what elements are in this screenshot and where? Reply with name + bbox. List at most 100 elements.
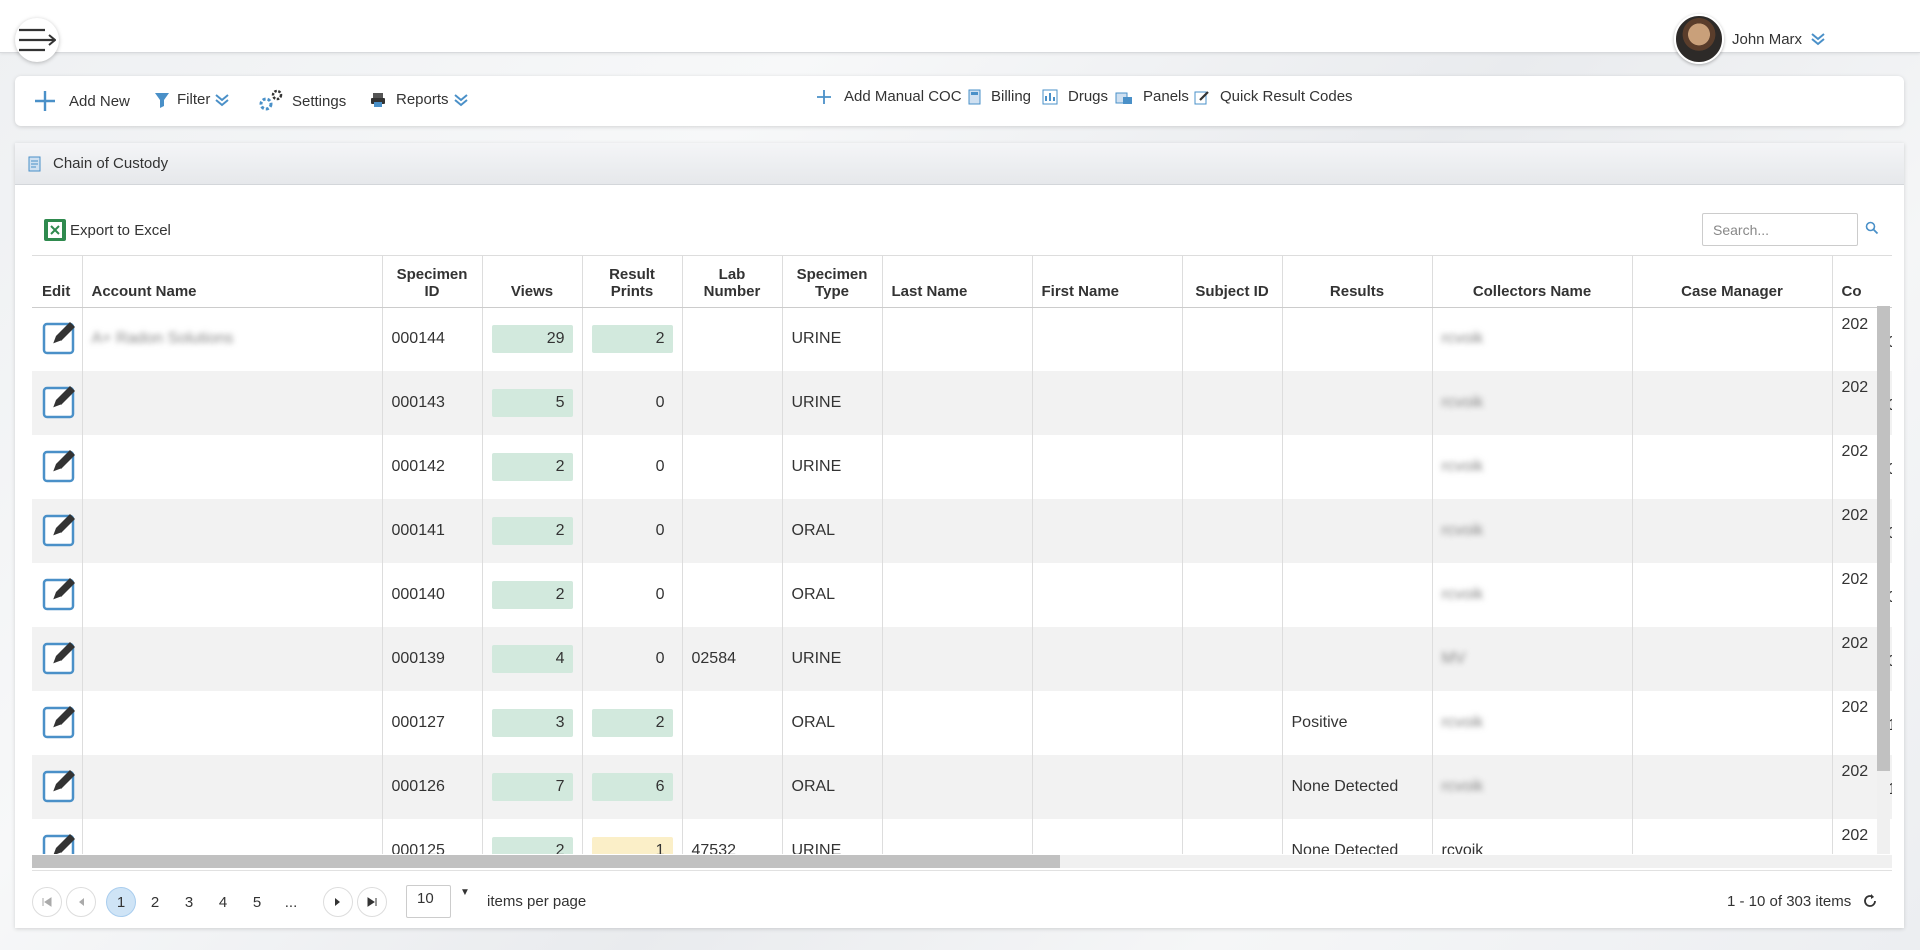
table-row[interactable]: 00014120ORALrcvoik2020 bbox=[32, 499, 1892, 563]
table-row[interactable]: A+ Radon Solutions 000144 29 2 URINE rcvoik 20… bbox=[32, 307, 1892, 371]
case-manager-cell bbox=[1632, 819, 1833, 854]
specimen-id-cell: 000127 bbox=[382, 691, 483, 755]
edit-icon[interactable] bbox=[42, 575, 78, 611]
views-value: 2 bbox=[491, 837, 573, 854]
add-new-button[interactable]: Add New bbox=[33, 89, 130, 113]
page-number-button[interactable]: 2 bbox=[140, 887, 170, 917]
last-name-cell bbox=[882, 819, 1033, 854]
col-header-first-name[interactable]: First Name bbox=[1032, 256, 1183, 308]
subject-id-cell bbox=[1182, 627, 1283, 691]
account-name-cell bbox=[82, 435, 383, 499]
table-row[interactable]: 0001394002584URINEMV2020 bbox=[32, 627, 1892, 691]
filter-button[interactable]: Filter bbox=[155, 91, 230, 108]
col-header-account-name[interactable]: Account Name bbox=[82, 256, 383, 308]
edit-icon[interactable] bbox=[42, 639, 78, 675]
edit-icon[interactable] bbox=[42, 447, 78, 483]
drugs-button[interactable]: Drugs bbox=[1042, 88, 1108, 105]
subject-id-cell bbox=[1182, 755, 1283, 819]
reports-button[interactable]: Reports bbox=[370, 91, 469, 108]
page-number-button[interactable]: 4 bbox=[208, 887, 238, 917]
specimen-type-cell: ORAL bbox=[782, 563, 883, 627]
col-header-collectors-name[interactable]: Collectors Name bbox=[1432, 256, 1633, 308]
search-input[interactable] bbox=[1702, 213, 1858, 246]
last-page-button[interactable] bbox=[357, 887, 387, 917]
edit-icon[interactable] bbox=[42, 703, 78, 739]
user-menu[interactable]: John Marx bbox=[1674, 14, 1826, 64]
subject-id-cell bbox=[1182, 307, 1283, 371]
col-header-result-prints[interactable]: Result Prints bbox=[582, 256, 683, 308]
col-header-views[interactable]: Views bbox=[482, 256, 583, 308]
edit-icon[interactable] bbox=[42, 767, 78, 803]
col-header-text: Result bbox=[609, 265, 655, 283]
horizontal-scrollbar[interactable] bbox=[32, 855, 1892, 868]
last-name-cell bbox=[882, 307, 1033, 371]
col-header-last-name[interactable]: Last Name bbox=[882, 256, 1033, 308]
horizontal-scroll-thumb[interactable] bbox=[32, 855, 1060, 868]
billing-button[interactable]: Billing bbox=[968, 88, 1031, 105]
first-page-button[interactable] bbox=[32, 887, 62, 917]
result-prints-cell: 0 bbox=[582, 435, 683, 499]
edit-cell[interactable] bbox=[32, 627, 83, 691]
prev-icon bbox=[79, 898, 84, 906]
views-cell: 4 bbox=[482, 627, 583, 691]
collector-name: rcvoik bbox=[1441, 330, 1484, 348]
prev-page-button[interactable] bbox=[66, 887, 96, 917]
col-header-co[interactable]: Co bbox=[1832, 256, 1892, 308]
edit-cell[interactable] bbox=[32, 435, 83, 499]
col-header-lab-number[interactable]: Lab Number bbox=[682, 256, 783, 308]
edit-cell[interactable] bbox=[32, 307, 83, 371]
page-number-button[interactable]: 1 bbox=[106, 887, 136, 917]
result-prints-value: 0 bbox=[655, 586, 665, 603]
panels-button[interactable]: Panels bbox=[1115, 88, 1189, 105]
collectors-name-cell: rcvoik bbox=[1432, 819, 1633, 854]
edit-icon[interactable] bbox=[42, 319, 78, 355]
export-to-excel-button[interactable]: Export to Excel bbox=[43, 218, 171, 242]
table-row[interactable]: 00014220URINErcvoik2020 bbox=[32, 435, 1892, 499]
items-per-page-select[interactable]: 10 bbox=[406, 885, 451, 918]
col-header-text: Prints bbox=[610, 282, 654, 300]
add-manual-coc-button[interactable]: Add Manual COC bbox=[816, 88, 962, 105]
edit-cell[interactable] bbox=[32, 755, 83, 819]
edit-cell[interactable] bbox=[32, 819, 83, 855]
chevron-down-icon bbox=[1811, 33, 1825, 46]
edit-cell[interactable] bbox=[32, 371, 83, 435]
col-header-results[interactable]: Results bbox=[1282, 256, 1433, 308]
edit-cell[interactable] bbox=[32, 563, 83, 627]
panel-title: Chain of Custody bbox=[53, 155, 169, 172]
table-row[interactable]: 00012732ORALPositivercvoik2021 bbox=[32, 691, 1892, 755]
edit-icon[interactable] bbox=[42, 511, 78, 547]
collectors-name-cell: rcvoik bbox=[1432, 691, 1633, 755]
col-header-subject-id[interactable]: Subject ID bbox=[1182, 256, 1283, 308]
chevron-down-icon bbox=[215, 93, 229, 106]
vertical-scroll-thumb[interactable] bbox=[1877, 306, 1890, 771]
edit-cell[interactable] bbox=[32, 499, 83, 563]
items-per-page-label: items per page bbox=[487, 893, 587, 910]
page-number-button[interactable]: 3 bbox=[174, 887, 204, 917]
col-header-edit[interactable]: Edit bbox=[32, 256, 83, 308]
vertical-scrollbar[interactable] bbox=[1877, 306, 1890, 854]
next-page-button[interactable] bbox=[323, 887, 353, 917]
edit-cell[interactable] bbox=[32, 691, 83, 755]
subject-id-cell bbox=[1182, 371, 1283, 435]
settings-button[interactable]: Settings bbox=[258, 89, 346, 113]
pager: 1 2 3 4 5... 10 ▼ items per page 1 - 10 of 3… bbox=[32, 870, 1892, 924]
page-more-button[interactable]: ... bbox=[276, 887, 306, 917]
table-row[interactable]: 000125 2 1 47532 URINE None Detected rcvoik 202 bbox=[32, 819, 1892, 854]
table-row[interactable]: 00014020ORALrcvoik2020 bbox=[32, 563, 1892, 627]
last-name-cell bbox=[882, 371, 1033, 435]
table-row[interactable]: 00014350URINErcvoik2020 bbox=[32, 371, 1892, 435]
edit-icon[interactable] bbox=[42, 831, 78, 855]
result-prints-value: 0 bbox=[655, 522, 665, 539]
edit-icon[interactable] bbox=[42, 383, 78, 419]
quick-result-codes-button[interactable]: Quick Result Codes bbox=[1194, 88, 1353, 105]
col-header-case-manager[interactable]: Case Manager bbox=[1632, 256, 1833, 308]
search-icon[interactable] bbox=[1865, 221, 1879, 235]
table-row[interactable]: 00012676ORALNone Detectedrcvoik2021 bbox=[32, 755, 1892, 819]
caret-down-icon[interactable]: ▼ bbox=[460, 887, 470, 898]
col-header-specimen-id[interactable]: Specimen ID bbox=[382, 256, 483, 308]
refresh-icon[interactable] bbox=[1862, 893, 1878, 909]
avatar bbox=[1674, 14, 1724, 64]
menu-toggle-button[interactable] bbox=[15, 18, 59, 62]
col-header-specimen-type[interactable]: Specimen Type bbox=[782, 256, 883, 308]
page-number-button[interactable]: 5 bbox=[242, 887, 272, 917]
